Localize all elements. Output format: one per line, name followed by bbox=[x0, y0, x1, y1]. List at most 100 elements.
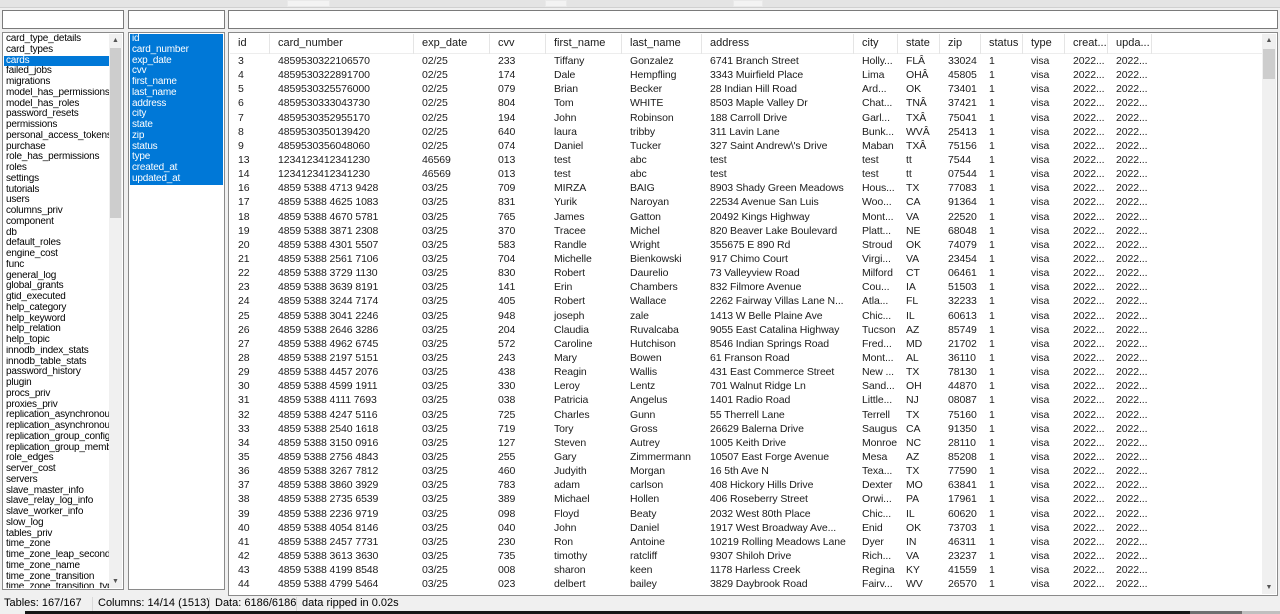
table-row[interactable]: 39 4859 5388 2236 9719 03/25 098 Floyd Beaty 2… bbox=[230, 507, 1262, 521]
column-header-cvv[interactable]: cvv bbox=[490, 34, 546, 54]
table-list-item[interactable]: gtid_executed bbox=[4, 292, 109, 303]
table-list-item[interactable]: help_topic bbox=[4, 335, 109, 346]
table-list-item[interactable]: innodb_index_stats bbox=[4, 346, 109, 357]
table-row[interactable]: 44 4859 5388 4799 5464 03/25 023 delbert bail… bbox=[230, 577, 1262, 591]
scroll-up-icon[interactable]: ▲ bbox=[1262, 34, 1276, 47]
tables-scrollbar[interactable]: ▲ ▼ bbox=[109, 34, 122, 588]
column-header-state[interactable]: state bbox=[898, 34, 940, 54]
table-list-item[interactable]: role_has_permissions bbox=[4, 152, 109, 163]
table-list-item[interactable]: personal_access_tokens bbox=[4, 131, 109, 142]
scrollbar-thumb[interactable] bbox=[110, 48, 121, 218]
table-list-item[interactable]: users bbox=[4, 195, 109, 206]
table-row[interactable]: 14 1234123412341230 46569 013 test abc test tes… bbox=[230, 167, 1262, 181]
table-row[interactable]: 43 4859 5388 4199 8548 03/25 008 sharon keen 1… bbox=[230, 563, 1262, 577]
table-list-item[interactable]: tutorials bbox=[4, 185, 109, 196]
table-row[interactable]: 20 4859 5388 4301 5507 03/25 583 Randle Wrigh… bbox=[230, 238, 1262, 252]
table-list-item[interactable]: model_has_roles bbox=[4, 99, 109, 110]
scroll-up-icon[interactable]: ▲ bbox=[109, 34, 122, 47]
table-row[interactable]: 41 4859 5388 2457 7731 03/25 230 Ron Antoine 1… bbox=[230, 535, 1262, 549]
table-list-item[interactable]: slave_relay_log_info bbox=[4, 496, 109, 507]
table-row[interactable]: 34 4859 5388 3150 0916 03/25 127 Steven Autre… bbox=[230, 436, 1262, 450]
column-header-card_number[interactable]: card_number bbox=[270, 34, 414, 54]
column-list-item[interactable]: first_name bbox=[130, 77, 223, 88]
table-row[interactable]: 36 4859 5388 3267 7812 03/25 460 Judyith Morg… bbox=[230, 464, 1262, 478]
column-header-id[interactable]: id bbox=[230, 34, 270, 54]
table-list-item[interactable]: card_type_details bbox=[4, 34, 109, 45]
scroll-down-icon[interactable]: ▼ bbox=[109, 575, 122, 588]
table-row[interactable]: 21 4859 5388 2561 7106 03/25 704 Michelle Bie… bbox=[230, 252, 1262, 266]
table-list-item[interactable]: card_types bbox=[4, 45, 109, 56]
column-header-upda[interactable]: upda... bbox=[1108, 34, 1152, 54]
table-list-item[interactable]: general_log bbox=[4, 271, 109, 282]
table-list-item[interactable]: innodb_table_stats bbox=[4, 357, 109, 368]
column-header-address[interactable]: address bbox=[702, 34, 854, 54]
column-header-last_name[interactable]: last_name bbox=[622, 34, 702, 54]
grid-body[interactable]: 3 4859530322106570 02/25 233 Tiffany Gonzalez… bbox=[230, 54, 1262, 594]
table-list-item[interactable]: func bbox=[4, 260, 109, 271]
table-row[interactable]: 40 4859 5388 4054 8146 03/25 040 John Daniel 1… bbox=[230, 521, 1262, 535]
table-list-item[interactable]: time_zone_transition_typ bbox=[4, 582, 109, 588]
columns-filter-input[interactable] bbox=[128, 10, 225, 29]
table-list-item[interactable]: plugin bbox=[4, 378, 109, 389]
table-list-item[interactable]: db bbox=[4, 228, 109, 239]
table-list-item[interactable]: servers bbox=[4, 475, 109, 486]
table-row[interactable]: 31 4859 5388 4111 7693 03/25 038 Patricia Ang… bbox=[230, 393, 1262, 407]
column-list-item[interactable]: last_name bbox=[130, 87, 223, 99]
table-list-item[interactable]: replication_group_membe bbox=[4, 443, 109, 454]
table-row[interactable]: 9 4859530356048060 02/25 074 Daniel Tucker 327… bbox=[230, 139, 1262, 153]
table-list-item[interactable]: columns_priv bbox=[4, 206, 109, 217]
table-row[interactable]: 23 4859 5388 3639 8191 03/25 141 Erin Chamber… bbox=[230, 280, 1262, 294]
tables-list[interactable]: card_type_details card_types cards failed_j… bbox=[2, 32, 124, 590]
tables-list-items[interactable]: card_type_details card_types cards failed_j… bbox=[4, 34, 109, 588]
column-list-item[interactable]: city bbox=[130, 109, 223, 120]
table-list-item[interactable]: failed_jobs bbox=[4, 66, 109, 77]
table-list-item[interactable]: engine_cost bbox=[4, 249, 109, 260]
table-list-item[interactable]: permissions bbox=[4, 120, 109, 131]
table-row[interactable]: 3 4859530322106570 02/25 233 Tiffany Gonzalez… bbox=[230, 54, 1262, 68]
table-row[interactable]: 35 4859 5388 2756 4843 03/25 255 Gary Zimmerm… bbox=[230, 450, 1262, 464]
scrollbar-thumb[interactable] bbox=[1263, 49, 1275, 79]
table-list-item[interactable]: replication_asynchronous bbox=[4, 421, 109, 432]
table-row[interactable]: 30 4859 5388 4599 1911 03/25 330 Leroy Lentz 7… bbox=[230, 379, 1262, 393]
table-list-item[interactable]: proxies_priv bbox=[4, 400, 109, 411]
table-row[interactable]: 5 4859530325576000 02/25 079 Brian Becker 28 I… bbox=[230, 82, 1262, 96]
table-list-item[interactable]: procs_priv bbox=[4, 389, 109, 400]
table-list-item[interactable]: replication_group_configu bbox=[4, 432, 109, 443]
table-row[interactable]: 25 4859 5388 3041 2246 03/25 948 joseph zale 1… bbox=[230, 309, 1262, 323]
table-row[interactable]: 4 4859530322891700 02/25 174 Dale Hempfling 33… bbox=[230, 68, 1262, 82]
data-grid[interactable]: id card_number exp_date cvv first_name last_n… bbox=[228, 32, 1278, 596]
table-list-item[interactable]: migrations bbox=[4, 77, 109, 88]
table-list-item[interactable]: purchase bbox=[4, 142, 109, 153]
table-list-item[interactable]: slave_master_info bbox=[4, 486, 109, 497]
table-row[interactable]: 37 4859 5388 3860 3929 03/25 783 adam carlson… bbox=[230, 478, 1262, 492]
table-row[interactable]: 6 4859530333043730 02/25 804 Tom WHITE 8503 Ma… bbox=[230, 96, 1262, 110]
column-list-item[interactable]: state bbox=[130, 120, 223, 131]
table-row[interactable]: 17 4859 5388 4625 1083 03/25 831 Yurik Naroya… bbox=[230, 195, 1262, 209]
column-list-item[interactable]: updated_at bbox=[130, 173, 223, 185]
table-row[interactable]: 19 4859 5388 3871 2308 03/25 370 Tracee Miche… bbox=[230, 224, 1262, 238]
column-header-city[interactable]: city bbox=[854, 34, 898, 54]
table-list-item[interactable]: role_edges bbox=[4, 453, 109, 464]
table-list-item[interactable]: help_relation bbox=[4, 324, 109, 335]
table-list-item[interactable]: help_category bbox=[4, 303, 109, 314]
table-row[interactable]: 27 4859 5388 4962 6745 03/25 572 Caroline Hut… bbox=[230, 337, 1262, 351]
column-list-item[interactable]: zip bbox=[130, 130, 223, 142]
table-row[interactable]: 7 4859530352955170 02/25 194 John Robinson 188… bbox=[230, 111, 1262, 125]
column-header-zip[interactable]: zip bbox=[940, 34, 981, 54]
column-list-item[interactable]: created_at bbox=[130, 163, 223, 174]
table-list-item[interactable]: roles bbox=[4, 163, 109, 174]
table-row[interactable]: 24 4859 5388 3244 7174 03/25 405 Robert Walla… bbox=[230, 294, 1262, 308]
column-list-item[interactable]: type bbox=[130, 152, 223, 163]
column-list-item[interactable]: cvv bbox=[130, 66, 223, 77]
table-list-item[interactable]: component bbox=[4, 217, 109, 228]
table-list-item[interactable]: time_zone_transition bbox=[4, 572, 109, 583]
column-list-item[interactable]: exp_date bbox=[130, 55, 223, 67]
table-list-item[interactable]: time_zone_leap_second bbox=[4, 550, 109, 561]
column-list-item[interactable]: address bbox=[130, 98, 223, 110]
column-header-status[interactable]: status bbox=[981, 34, 1023, 54]
table-row[interactable]: 13 1234123412341230 46569 013 test abc test tes… bbox=[230, 153, 1262, 167]
table-row[interactable]: 28 4859 5388 2197 5151 03/25 243 Mary Bowen 61… bbox=[230, 351, 1262, 365]
table-list-item[interactable]: slave_worker_info bbox=[4, 507, 109, 518]
table-list-item[interactable]: slow_log bbox=[4, 518, 109, 529]
column-header-type[interactable]: type bbox=[1023, 34, 1065, 54]
